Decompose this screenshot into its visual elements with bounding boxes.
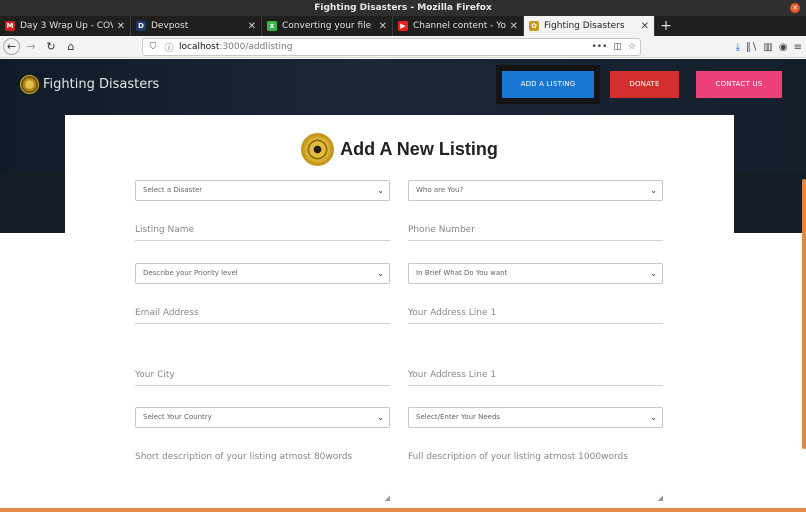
phone-input[interactable]: Phone Number [408, 223, 663, 241]
tab-bar: M Day 3 Wrap Up - COVID-1 ✕ D Devpost ✕ … [0, 16, 806, 36]
new-tab-icon[interactable]: + [655, 16, 677, 36]
url-bar[interactable]: ⛉ ⓘ localhost:3000/addlisting ••• ◫ ☆ [142, 38, 641, 56]
tab-converting[interactable]: x Converting your file ✕ [262, 16, 393, 36]
tab-close-icon[interactable]: ✕ [641, 21, 649, 32]
tab-close-icon[interactable]: ✕ [510, 21, 518, 32]
country-select[interactable]: Select Your Country ⌄ [135, 407, 390, 428]
city-input[interactable]: Your City [135, 368, 390, 386]
devpost-icon: D [136, 21, 146, 31]
select-value: Select/Enter Your Needs [416, 413, 501, 421]
listing-form: Add A New Listing Select a Disaster ⌄ Wh… [65, 115, 734, 512]
page-actions-icon[interactable]: ••• [591, 42, 607, 52]
email-input[interactable]: Email Address [135, 306, 390, 324]
tab-label: Day 3 Wrap Up - COVID-1 [20, 21, 113, 31]
listing-name-input[interactable]: Listing Name [135, 223, 390, 241]
address-line2-input[interactable]: Your Address Line 1 [408, 368, 663, 386]
scrollbar[interactable] [802, 179, 806, 449]
brand-name: Fighting Disasters [43, 77, 160, 92]
address-line1-input[interactable]: Your Address Line 1 [408, 306, 663, 324]
menu-icon[interactable]: ≡ [794, 42, 802, 53]
site-brand[interactable]: Fighting Disasters [20, 75, 159, 94]
rotary-logo-icon [301, 133, 335, 166]
contact-us-button[interactable]: CONTACT US [696, 71, 782, 98]
download-icon[interactable]: ⤓ [736, 42, 740, 53]
page-title: Add A New Listing [340, 139, 498, 159]
textarea-placeholder: Short description of your listing atmost… [135, 452, 353, 462]
youtube-icon: ▶ [398, 21, 408, 31]
needs-select[interactable]: Select/Enter Your Needs ⌄ [408, 407, 663, 428]
form-header: Add A New Listing [65, 133, 734, 166]
chevron-down-icon: ⌄ [377, 186, 384, 195]
resize-grip-icon[interactable]: ◢ [385, 494, 390, 502]
who-select[interactable]: Who are You? ⌄ [408, 180, 663, 201]
tab-youtube[interactable]: ▶ Channel content - YouTube ✕ [393, 16, 524, 36]
window-close-icon[interactable]: ✕ [790, 3, 800, 13]
rotary-icon: ✿ [529, 21, 539, 31]
full-description-textarea[interactable]: Full description of your listing atmost … [408, 452, 663, 502]
bookmark-star-icon[interactable]: ☆ [628, 42, 636, 52]
chevron-down-icon: ⌄ [650, 413, 657, 422]
want-select[interactable]: In Brief What Do You want ⌄ [408, 263, 663, 284]
window-title: Fighting Disasters - Mozilla Firefox [314, 3, 492, 13]
short-description-textarea[interactable]: Short description of your listing atmost… [135, 452, 390, 502]
reload-icon[interactable]: ↻ [42, 38, 60, 56]
tab-close-icon[interactable]: ✕ [379, 21, 387, 32]
shield-icon[interactable]: ⛉ [147, 42, 159, 52]
gmail-icon: M [5, 21, 15, 31]
donate-button[interactable]: DONATE [610, 71, 679, 98]
window-titlebar: Fighting Disasters - Mozilla Firefox ✕ [0, 0, 806, 16]
chevron-down-icon: ⌄ [650, 269, 657, 278]
url-host: localhost [179, 42, 220, 52]
chevron-down-icon: ⌄ [377, 413, 384, 422]
tab-label: Channel content - YouTube [413, 21, 506, 31]
library-icon[interactable]: ∥∖ [746, 42, 757, 53]
textarea-placeholder: Full description of your listing atmost … [408, 452, 628, 462]
account-icon[interactable]: ◉ [779, 42, 788, 53]
pocket-icon[interactable]: ◫ [613, 42, 622, 52]
select-value: Select a Disaster [143, 186, 203, 194]
sidebar-icon[interactable]: ▥ [763, 42, 772, 53]
forward-arrow-icon[interactable]: → [22, 38, 40, 56]
resize-grip-icon[interactable]: ◢ [658, 494, 663, 502]
back-arrow-icon[interactable]: ← [3, 38, 20, 55]
page-viewport: Fighting Disasters ADD A LISTING DONATE … [0, 59, 806, 512]
disaster-select[interactable]: Select a Disaster ⌄ [135, 180, 390, 201]
converter-icon: x [267, 21, 277, 31]
select-value: Describe your Priority level [143, 269, 238, 277]
select-value: Who are You? [416, 186, 464, 194]
chevron-down-icon: ⌄ [377, 269, 384, 278]
tab-label: Converting your file [282, 21, 372, 31]
priority-select[interactable]: Describe your Priority level ⌄ [135, 263, 390, 284]
select-value: Select Your Country [143, 413, 212, 421]
tab-devpost[interactable]: D Devpost ✕ [131, 16, 262, 36]
tab-fighting-disasters[interactable]: ✿ Fighting Disasters ✕ [524, 16, 655, 36]
url-path: :3000/addlisting [219, 42, 293, 52]
tab-close-icon[interactable]: ✕ [117, 21, 125, 32]
select-value: In Brief What Do You want [416, 269, 508, 277]
tab-label: Devpost [151, 21, 189, 31]
home-icon[interactable]: ⌂ [62, 38, 80, 56]
rotary-logo-icon [20, 75, 39, 94]
chevron-down-icon: ⌄ [650, 186, 657, 195]
bottom-accent-bar [0, 508, 806, 512]
add-listing-button[interactable]: ADD A LISTING [496, 65, 600, 104]
nav-bar: ← → ↻ ⌂ ⛉ ⓘ localhost:3000/addlisting ••… [0, 36, 806, 58]
tab-close-icon[interactable]: ✕ [248, 21, 256, 32]
tab-label: Fighting Disasters [544, 21, 625, 31]
tab-gmail[interactable]: M Day 3 Wrap Up - COVID-1 ✕ [0, 16, 131, 36]
info-icon[interactable]: ⓘ [163, 41, 175, 54]
